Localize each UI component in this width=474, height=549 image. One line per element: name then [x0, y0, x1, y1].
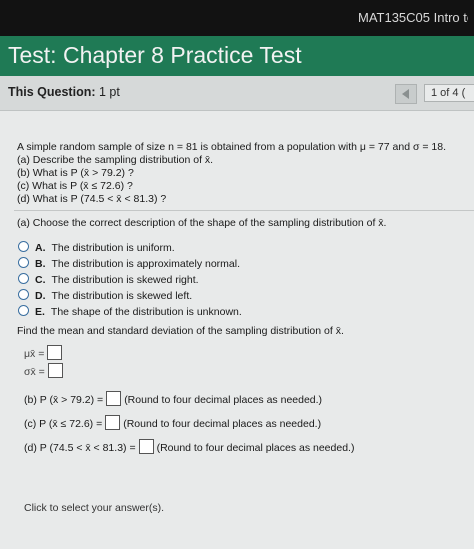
mean-sd-prompt: Find the mean and standard deviation of … — [17, 325, 344, 337]
mean-input[interactable] — [47, 345, 63, 360]
answer-d-row: (d) P (74.5 < x̄ < 81.3) = (Round to four… — [24, 439, 354, 454]
answer-b-input[interactable] — [106, 391, 122, 406]
mean-row: μx̄ = — [24, 345, 65, 360]
option-b[interactable]: B. The distribution is approximately norm… — [18, 257, 240, 270]
radio-button[interactable] — [18, 241, 29, 252]
option-text: The distribution is skewed left. — [51, 290, 193, 302]
sd-row: σx̄ = — [24, 363, 66, 378]
question-bar: This Question: 1 pt 1 of 4 ( — [0, 76, 474, 111]
divider — [14, 210, 474, 211]
subquestion-a-prompt: (a) Choose the correct description of th… — [17, 217, 387, 229]
course-label: MAT135C05 Intro to Sta — [358, 10, 468, 25]
top-bar: MAT135C05 Intro to Sta — [0, 0, 474, 36]
option-text: The shape of the distribution is unknown… — [50, 306, 242, 318]
option-letter: A. — [35, 242, 46, 254]
option-letter: C. — [35, 274, 46, 286]
footer-hint: Click to select your answer(s). — [24, 502, 165, 514]
answer-c-input[interactable] — [105, 415, 121, 430]
mean-label: μx̄ = — [24, 348, 45, 360]
previous-question-button[interactable] — [395, 84, 417, 104]
sd-label: σx̄ = — [24, 366, 45, 378]
answer-b-row: (b) P (x̄ > 79.2) = (Round to four decima… — [24, 391, 322, 406]
problem-part-a: (a) Describe the sampling distribution o… — [17, 154, 214, 166]
question-points: 1 pt — [98, 85, 120, 99]
radio-button[interactable] — [18, 289, 29, 300]
round-note: (Round to four decimal places as needed.… — [124, 394, 323, 406]
answer-c-row: (c) P (x̄ ≤ 72.6) = (Round to four decima… — [24, 415, 321, 430]
question-content: A simple random sample of size n = 81 is… — [0, 111, 474, 549]
option-c[interactable]: C. The distribution is skewed right. — [18, 273, 199, 286]
option-text: The distribution is skewed right. — [51, 274, 199, 286]
title-bar: Test: Chapter 8 Practice Test — [0, 36, 474, 76]
question-progress-dropdown[interactable]: 1 of 4 ( — [424, 84, 474, 102]
problem-part-d: (d) What is P (74.5 < x̄ < 81.3) ? — [17, 193, 167, 205]
option-text: The distribution is approximately normal… — [51, 258, 241, 270]
answer-d-label: (d) P (74.5 < x̄ < 81.3) = — [24, 442, 136, 454]
round-note: (Round to four decimal places as needed.… — [123, 418, 322, 430]
answer-d-input[interactable] — [138, 439, 154, 454]
question-info: This Question: 1 pt — [8, 85, 120, 99]
sd-input[interactable] — [47, 363, 63, 378]
option-text: The distribution is uniform. — [51, 242, 175, 254]
radio-button[interactable] — [18, 305, 29, 316]
radio-button[interactable] — [18, 273, 29, 284]
problem-part-c: (c) What is P (x̄ ≤ 72.6) ? — [17, 180, 133, 192]
option-letter: E. — [35, 306, 45, 318]
radio-button[interactable] — [18, 257, 29, 268]
problem-part-b: (b) What is P (x̄ > 79.2) ? — [17, 167, 134, 179]
round-note: (Round to four decimal places as needed.… — [156, 442, 355, 454]
test-title: Test: Chapter 8 Practice Test — [8, 42, 302, 68]
option-letter: D. — [35, 290, 46, 302]
problem-intro: A simple random sample of size n = 81 is… — [17, 141, 446, 153]
option-a[interactable]: A. The distribution is uniform. — [18, 241, 175, 254]
answer-c-label: (c) P (x̄ ≤ 72.6) = — [24, 418, 103, 430]
question-label: This Question: — [8, 85, 96, 99]
answer-b-label: (b) P (x̄ > 79.2) = — [24, 394, 104, 406]
option-d[interactable]: D. The distribution is skewed left. — [18, 289, 192, 302]
option-e[interactable]: E. The shape of the distribution is unkno… — [18, 305, 242, 318]
option-letter: B. — [35, 258, 46, 270]
